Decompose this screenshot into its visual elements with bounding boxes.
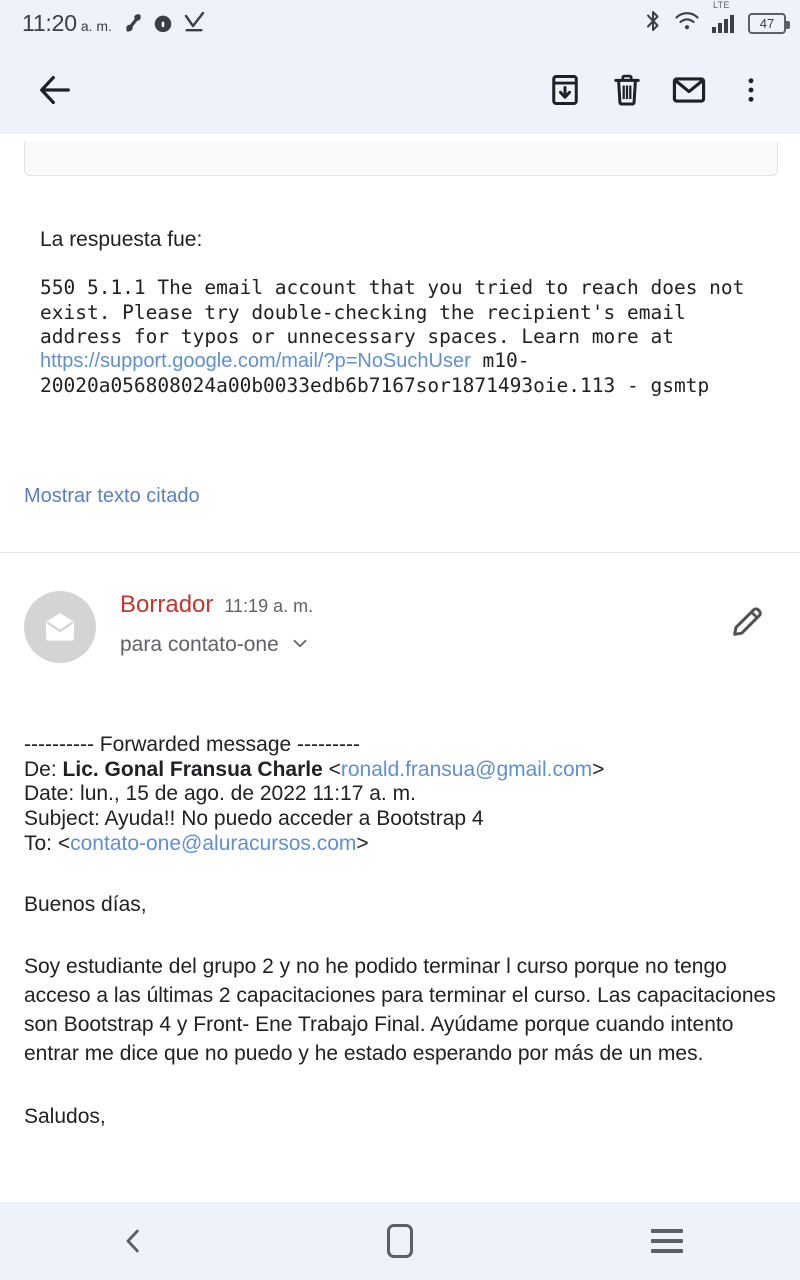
nosuchuser-help-link[interactable]: https://support.google.com/mail/?p=NoSuc…	[40, 350, 471, 372]
message-greeting: Buenos días,	[24, 892, 147, 916]
chevron-left-icon	[126, 1229, 140, 1253]
back-arrow-icon	[40, 75, 70, 105]
edit-draft-button[interactable]	[720, 593, 776, 649]
draft-status-row: Borrador 11:19 a. m.	[120, 591, 720, 619]
home-square-icon	[386, 1224, 413, 1258]
from-name: Lic. Gonal Fransua Charle	[62, 757, 323, 781]
forwarded-to-line: To: <contato-one@aluracursos.com>	[24, 831, 369, 855]
to-label: To:	[24, 831, 53, 855]
cellular-signal-icon: LTE	[711, 0, 737, 34]
battery-indicator: 47	[748, 12, 790, 34]
download-complete-icon	[182, 12, 206, 34]
from-email-link[interactable]: ronald.fransua@gmail.com	[341, 758, 592, 781]
nav-home-button[interactable]	[345, 1211, 455, 1271]
back-button[interactable]	[24, 59, 86, 121]
bounce-detail-before: 550 5.1.1 The email account that you tri…	[40, 276, 745, 349]
status-bar: 11:20 a. m. LTE 47	[0, 0, 800, 46]
wifi-icon	[674, 10, 700, 37]
envelope-icon	[672, 77, 706, 103]
status-bar-right: LTE 47	[643, 0, 790, 38]
bounce-lead-text: La respuesta fue:	[40, 228, 203, 251]
network-type-label: LTE	[713, 0, 730, 10]
draft-message-header: Borrador 11:19 a. m. para contato-one	[0, 553, 800, 663]
forwarded-date-line: Date: lun., 15 de ago. de 2022 11:17 a. …	[24, 782, 416, 806]
archive-icon	[552, 75, 578, 105]
system-navigation-bar	[0, 1202, 800, 1280]
pencil-icon	[733, 607, 762, 636]
delete-button[interactable]	[596, 59, 658, 121]
forwarded-from-line: De: Lic. Gonal Fransua Charle <ronald.fr…	[24, 757, 605, 781]
bounce-detail-text: 550 5.1.1 The email account that you tri…	[40, 276, 776, 399]
more-options-button[interactable]	[720, 59, 782, 121]
app-toolbar	[0, 46, 800, 134]
status-clock: 11:20	[22, 9, 77, 36]
draft-meta: Borrador 11:19 a. m. para contato-one	[96, 587, 720, 659]
phone-screen: 11:20 a. m. LTE 47 La respuesta fue: 550…	[0, 0, 800, 1280]
draft-recipient-row[interactable]: para contato-one	[120, 632, 720, 659]
bounce-notice-block: La respuesta fue: 550 5.1.1 The email ac…	[0, 176, 800, 399]
three-dots-vertical-icon	[748, 78, 754, 102]
recents-lines-icon	[650, 1229, 683, 1253]
archive-button[interactable]	[534, 59, 596, 121]
mark-unread-button[interactable]	[658, 59, 720, 121]
draft-timestamp: 11:19 a. m.	[224, 595, 314, 616]
draft-recipient: para contato-one	[120, 633, 279, 657]
forwarded-subject-line: Subject: Ayuda!! No puedo acceder a Boot…	[24, 807, 484, 831]
nav-recents-button[interactable]	[612, 1211, 722, 1271]
previous-message-card-partial[interactable]	[24, 142, 778, 176]
forwarded-rule: ---------- Forwarded message ---------	[24, 732, 360, 756]
show-quoted-text-link[interactable]: Mostrar texto citado	[24, 485, 200, 508]
message-body: ---------- Forwarded message --------- D…	[0, 663, 800, 1129]
status-clock-ampm: a. m.	[80, 17, 112, 34]
message-thread-scroll[interactable]: La respuesta fue: 550 5.1.1 The email ac…	[0, 134, 800, 1202]
chevron-down-icon[interactable]	[289, 632, 311, 659]
nav-back-button[interactable]	[78, 1211, 188, 1271]
percent-data-saver-icon	[120, 11, 144, 35]
status-bar-left: 11:20 a. m.	[22, 10, 206, 37]
to-email-link[interactable]: contato-one@aluracursos.com	[70, 832, 356, 855]
from-label: De:	[24, 757, 57, 781]
bluetooth-icon	[643, 9, 663, 38]
trash-icon	[614, 74, 640, 106]
envelope-icon	[46, 612, 74, 641]
do-not-disturb-icon	[152, 12, 174, 34]
battery-percent: 47	[759, 15, 775, 31]
message-paragraph: Soy estudiante del grupo 2 y no he podid…	[24, 954, 776, 1065]
avatar	[24, 590, 96, 663]
draft-status-badge: Borrador	[120, 590, 214, 618]
message-closing: Saludos,	[24, 1104, 106, 1128]
